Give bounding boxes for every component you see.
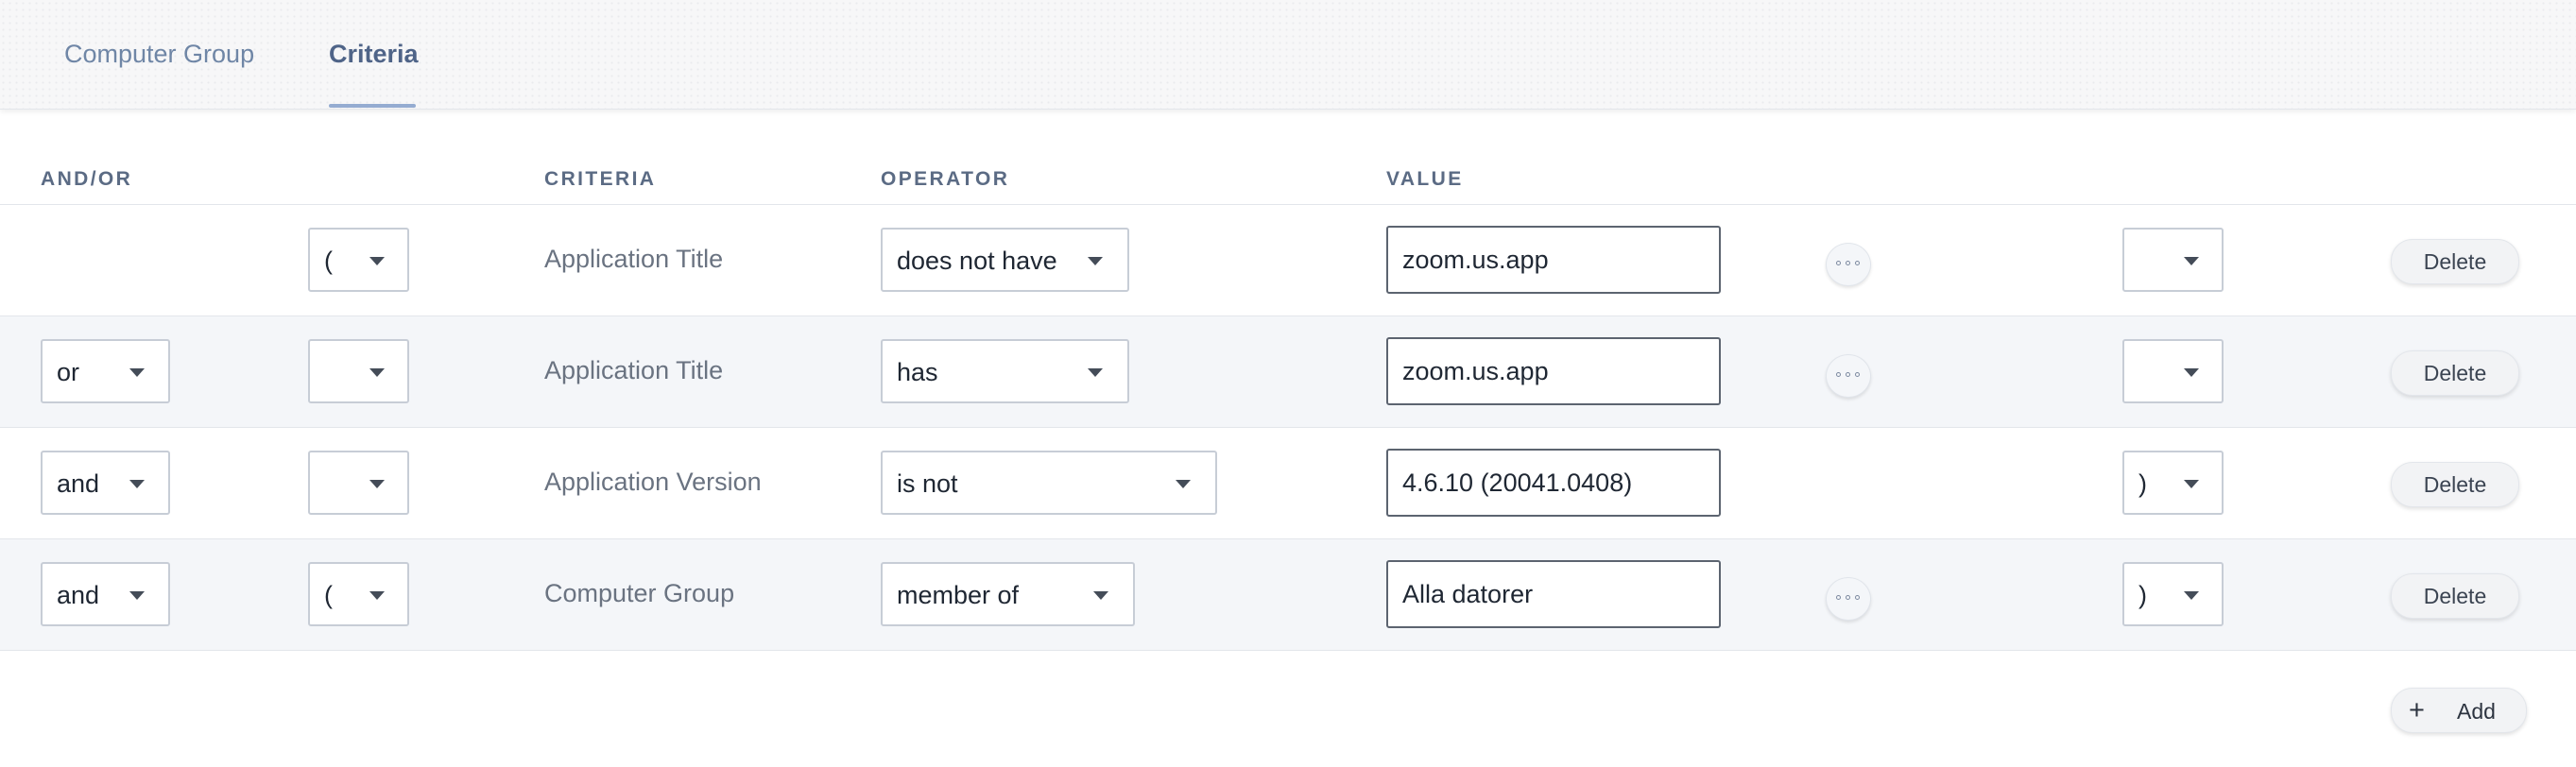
more-options-button[interactable] [1826, 354, 1871, 398]
operator-select[interactable]: member of [881, 562, 1135, 626]
column-header-operator: OPERATOR [881, 168, 1010, 190]
close-paren-value: ) [2138, 581, 2147, 609]
and-or-value: or [57, 358, 80, 386]
operator-select[interactable]: is not [881, 451, 1217, 515]
ellipsis-icon [1836, 372, 1841, 377]
open-paren-value: ( [324, 247, 333, 275]
caret-down-icon [1088, 257, 1103, 265]
column-header-andor: AND/OR [41, 168, 133, 190]
ellipsis-icon [1855, 372, 1860, 377]
add-label: Add [2457, 699, 2496, 724]
criteria-name: Application Title [544, 356, 724, 384]
value-input[interactable] [1386, 337, 1721, 405]
caret-down-icon [369, 591, 385, 600]
caret-down-icon [1176, 480, 1191, 488]
open-paren-select[interactable] [308, 339, 409, 403]
ellipsis-icon [1846, 261, 1850, 265]
delete-button[interactable]: Delete [2391, 573, 2519, 619]
tab-criteria[interactable]: Criteria [329, 0, 419, 109]
close-paren-select[interactable] [2122, 339, 2224, 403]
caret-down-icon [2184, 480, 2199, 488]
criteria-row: or Application Title has Delete [0, 316, 2576, 428]
open-paren-select[interactable]: ( [308, 562, 409, 626]
caret-down-icon [129, 591, 145, 600]
close-paren-select[interactable]: ) [2122, 562, 2224, 626]
delete-button[interactable]: Delete [2391, 239, 2519, 284]
and-or-select[interactable]: or [41, 339, 170, 403]
caret-down-icon [369, 480, 385, 488]
operator-value: does not have [897, 247, 1057, 275]
operator-select[interactable]: does not have [881, 228, 1129, 292]
close-paren-select[interactable]: ) [2122, 451, 2224, 515]
criteria-name: Computer Group [544, 579, 735, 607]
caret-down-icon [129, 480, 145, 488]
criteria-row: and Application Version is not ) Delete [0, 428, 2576, 539]
caret-down-icon [2184, 591, 2199, 600]
operator-value: has [897, 358, 938, 386]
column-header-criteria: CRITERIA [544, 168, 657, 190]
open-paren-value: ( [324, 581, 333, 609]
open-paren-select[interactable] [308, 451, 409, 515]
ellipsis-icon [1855, 261, 1860, 265]
operator-value: member of [897, 581, 1020, 609]
criteria-row: and ( Computer Group member of ) Delete [0, 539, 2576, 651]
value-input[interactable] [1386, 449, 1721, 517]
column-header-value: VALUE [1386, 168, 1464, 190]
caret-down-icon [369, 257, 385, 265]
operator-select[interactable]: has [881, 339, 1129, 403]
ellipsis-icon [1846, 372, 1850, 377]
criteria-name: Application Version [544, 468, 762, 496]
operator-value: is not [897, 469, 958, 498]
caret-down-icon [369, 368, 385, 377]
tab-computer-group[interactable]: Computer Group [64, 0, 254, 109]
ellipsis-icon [1855, 595, 1860, 600]
tab-bar: Computer Group Criteria [0, 0, 2576, 110]
and-or-value: and [57, 581, 100, 609]
ellipsis-icon [1846, 595, 1850, 600]
open-paren-select[interactable]: ( [308, 228, 409, 292]
criteria-table-header: AND/OR CRITERIA OPERATOR VALUE [0, 151, 2576, 205]
add-criteria-button[interactable]: + Add [2391, 688, 2527, 733]
caret-down-icon [1088, 368, 1103, 377]
ellipsis-icon [1836, 261, 1841, 265]
delete-button[interactable]: Delete [2391, 350, 2519, 396]
ellipsis-icon [1836, 595, 1841, 600]
close-paren-value: ) [2138, 469, 2147, 498]
criteria-row: ( Application Title does not have Delete [0, 205, 2576, 316]
and-or-select[interactable]: and [41, 562, 170, 626]
plus-icon: + [2409, 695, 2425, 725]
caret-down-icon [1093, 591, 1108, 600]
value-input[interactable] [1386, 560, 1721, 628]
more-options-button[interactable] [1826, 577, 1871, 621]
more-options-button[interactable] [1826, 243, 1871, 286]
caret-down-icon [2184, 368, 2199, 377]
close-paren-select[interactable] [2122, 228, 2224, 292]
active-tab-indicator [329, 104, 416, 108]
and-or-select[interactable]: and [41, 451, 170, 515]
value-input[interactable] [1386, 226, 1721, 294]
caret-down-icon [129, 368, 145, 377]
caret-down-icon [2184, 257, 2199, 265]
and-or-value: and [57, 469, 100, 498]
criteria-name: Application Title [544, 245, 724, 273]
delete-button[interactable]: Delete [2391, 462, 2519, 507]
